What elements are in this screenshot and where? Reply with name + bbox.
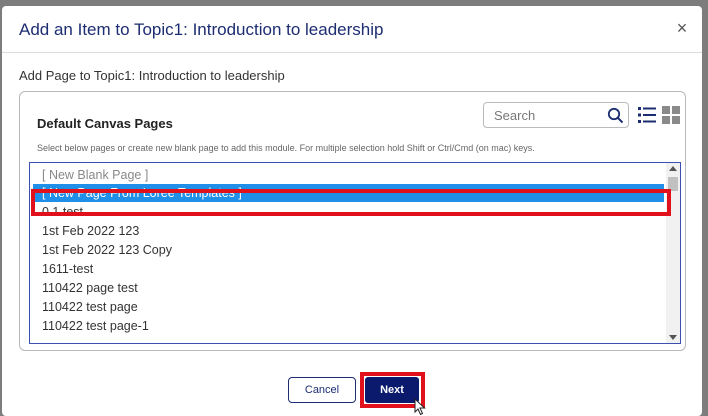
next-button[interactable]: Next <box>365 377 419 403</box>
list-item[interactable]: 1611-test <box>33 260 664 278</box>
add-item-dialog: Add an Item to Topic1: Introduction to l… <box>2 6 702 416</box>
dialog-subtitle: Add Page to Topic1: Introduction to lead… <box>19 68 285 83</box>
dialog-header: Add an Item to Topic1: Introduction to l… <box>2 6 702 53</box>
search-box <box>483 102 629 128</box>
list-view-icon[interactable] <box>638 106 656 124</box>
panel-heading: Default Canvas Pages <box>37 116 173 131</box>
helper-text: Select below pages or create new blank p… <box>37 143 535 153</box>
list-item[interactable]: [ New Blank Page ] <box>33 166 664 184</box>
mouse-cursor-icon <box>414 398 426 416</box>
cancel-button[interactable]: Cancel <box>288 377 356 403</box>
pages-panel: Default Canvas Pages Select below pages … <box>19 91 686 351</box>
list-item[interactable]: 110422 test page-1 <box>33 317 664 335</box>
listbox-scrollbar[interactable] <box>666 163 680 343</box>
close-button[interactable]: × <box>674 19 690 37</box>
list-item[interactable]: 110422 page test <box>33 279 664 297</box>
list-item[interactable]: 1st Feb 2022 123 <box>33 222 664 240</box>
search-icon[interactable] <box>607 107 624 124</box>
dialog-title: Add an Item to Topic1: Introduction to l… <box>19 20 384 39</box>
list-item[interactable]: 0.1 test <box>33 203 664 221</box>
list-item[interactable]: 110422 test page <box>33 298 664 316</box>
search-input[interactable] <box>484 103 600 127</box>
scroll-thumb[interactable] <box>668 177 678 191</box>
list-item[interactable]: 1st Feb 2022 123 Copy <box>33 241 664 259</box>
scroll-up-icon[interactable] <box>669 166 677 171</box>
list-item-selected[interactable]: [ New Page From Loree Templates ] <box>33 184 664 202</box>
pages-listbox[interactable]: [ New Blank Page ] [ New Page From Loree… <box>29 162 681 344</box>
grid-view-icon[interactable] <box>662 106 680 124</box>
scroll-down-icon[interactable] <box>669 335 677 340</box>
